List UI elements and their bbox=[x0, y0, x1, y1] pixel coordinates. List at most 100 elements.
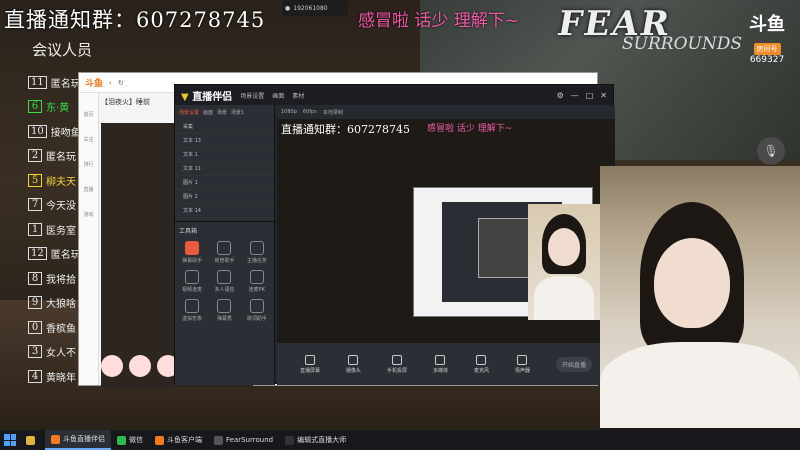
scene-item[interactable]: 图片 2 bbox=[175, 190, 274, 204]
scene-item[interactable]: 文本 11 bbox=[175, 162, 274, 176]
taskbar-app[interactable]: 斗鱼客户端 bbox=[149, 430, 208, 450]
stream-id: 192061080 bbox=[293, 4, 328, 12]
toolbox: 工具箱 弹幕助手 房管助手 主播任务 视频连麦 多人语音 连麦PK 虚拟形象 弹幕秀 歌词助手 bbox=[175, 221, 275, 385]
tool-button[interactable]: 视频连麦 bbox=[179, 270, 205, 293]
member-name: 匿名玩 bbox=[50, 78, 81, 90]
record-label[interactable]: 本地录制 bbox=[323, 109, 343, 116]
companion-menu-item[interactable]: 画面 bbox=[272, 91, 284, 100]
tool-icon bbox=[249, 270, 264, 284]
tool-button[interactable]: 房管助手 bbox=[211, 241, 237, 264]
member-number: 9 bbox=[28, 296, 42, 310]
tool-button[interactable]: 弹幕助手 bbox=[179, 241, 205, 264]
client-nav-item[interactable]: 直播 bbox=[79, 186, 98, 193]
fps-label: 60fps bbox=[302, 109, 317, 115]
scene-tab[interactable]: 场景设置 bbox=[179, 109, 199, 116]
scene-items: 采集文本 13文本 1文本 11图片 1图片 2文本 14图片 28 bbox=[175, 120, 274, 232]
tool-icon bbox=[217, 270, 232, 284]
go-live-button[interactable]: 开始直播 bbox=[555, 356, 592, 372]
app-icon bbox=[117, 435, 126, 445]
client-sidebar: 首页关注排行直播游戏 bbox=[79, 93, 99, 385]
scene-list: 场景设置 画面 场景 场景1 采集 文本 13 文本 1 文本 11 图片 1 图片 2文… bbox=[175, 105, 275, 232]
source-label: 扬声器 bbox=[514, 367, 530, 374]
taskbar-file-icon[interactable] bbox=[20, 430, 41, 450]
window-controls: ⚙ — □ ✕ bbox=[557, 91, 607, 100]
source-button[interactable]: 麦克风 bbox=[474, 354, 489, 374]
scene-item[interactable]: 文本 14 bbox=[175, 204, 274, 218]
source-icon bbox=[517, 354, 528, 365]
mic-muted-icon[interactable]: 🎙 bbox=[757, 137, 785, 165]
member-number: 6 bbox=[28, 100, 42, 114]
resolution-label: 1080p bbox=[281, 109, 297, 115]
settings-icon[interactable]: ⚙ bbox=[557, 91, 564, 100]
app-icon bbox=[155, 435, 164, 445]
scene-item[interactable]: 文本 13 bbox=[175, 134, 274, 148]
scene-item[interactable]: 采集 bbox=[175, 120, 274, 134]
close-icon[interactable]: ✕ bbox=[600, 91, 607, 100]
preview-headline: 直播通知群：607278745 bbox=[281, 123, 410, 136]
source-icon bbox=[304, 354, 315, 365]
client-room-title: 【泪夜火】睡前 bbox=[101, 98, 150, 106]
taskbar-app-label: 斗鱼直播伴侣 bbox=[63, 435, 105, 443]
member-number: 11 bbox=[28, 75, 47, 89]
tool-button[interactable]: 多人语音 bbox=[211, 270, 237, 293]
tool-label: 虚拟形象 bbox=[182, 316, 203, 322]
taskbar-app[interactable]: 微信 bbox=[111, 430, 149, 450]
scene-item[interactable]: 图片 1 bbox=[175, 176, 274, 190]
source-button[interactable]: 扬声器 bbox=[514, 354, 530, 374]
client-nav-item[interactable]: 游戏 bbox=[79, 211, 98, 218]
preview-mood: 感冒啦 话少 理解下~ bbox=[427, 124, 513, 134]
member-number: 12 bbox=[28, 247, 47, 261]
client-nav-item[interactable]: 首页 bbox=[79, 111, 98, 118]
taskbar-app[interactable]: 编辑式直播大师 bbox=[279, 430, 352, 450]
tool-button[interactable]: 连麦PK bbox=[244, 270, 270, 293]
minimize-icon[interactable]: — bbox=[571, 91, 579, 100]
tool-icon bbox=[185, 270, 200, 284]
tool-label: 连麦PK bbox=[248, 287, 265, 293]
room-tag: 房间号 bbox=[753, 43, 781, 55]
maximize-icon[interactable]: □ bbox=[586, 91, 594, 100]
taskbar-app-label: 编辑式直播大师 bbox=[297, 436, 347, 444]
client-nav-item[interactable]: 关注 bbox=[79, 136, 98, 143]
taskbar-app-label: FearSurround bbox=[226, 436, 274, 444]
scene-tab[interactable]: 画面 bbox=[203, 109, 213, 116]
tool-label: 主播任务 bbox=[246, 258, 267, 264]
back-icon[interactable]: ‹ bbox=[109, 79, 112, 87]
source-icon bbox=[435, 354, 446, 365]
source-button[interactable]: 直播屏幕 bbox=[299, 354, 320, 374]
platform-badge: 斗鱼 房间号 669327 bbox=[738, 10, 796, 65]
source-label: 摄像头 bbox=[345, 367, 361, 374]
member-name: 我将拾 bbox=[46, 274, 76, 286]
refresh-icon[interactable]: ↻ bbox=[118, 79, 124, 87]
preview-info: 1080p 60fps 本地录制 bbox=[277, 105, 615, 119]
taskbar-app[interactable]: 斗鱼直播伴侣 bbox=[45, 430, 111, 450]
source-button[interactable]: 手机投屏 bbox=[387, 354, 407, 374]
member-number: 4 bbox=[28, 369, 42, 383]
member-number: 8 bbox=[28, 271, 42, 285]
source-toolbar: 直播屏幕 摄像头 手机投屏 多媒体 麦克风 扬声器 开始直播 bbox=[277, 343, 615, 385]
tool-icon bbox=[217, 241, 232, 255]
companion-menu-item[interactable]: 场景设置 bbox=[240, 91, 264, 100]
gift-icon[interactable] bbox=[101, 355, 123, 377]
game-logo-line2: SURROUNDS bbox=[622, 34, 742, 54]
gift-icon[interactable] bbox=[129, 355, 151, 377]
source-icon bbox=[476, 354, 487, 365]
mood-text: 感冒啦 话少 理解下~ bbox=[358, 11, 520, 31]
member-name: 匿名玩 bbox=[46, 152, 76, 164]
tool-button[interactable]: 虚拟形象 bbox=[179, 299, 205, 322]
scene-tab[interactable]: 场景1 bbox=[231, 109, 244, 116]
windows-start-icon[interactable] bbox=[4, 434, 16, 446]
app-icon bbox=[285, 435, 295, 445]
scene-item[interactable]: 文本 1 bbox=[175, 148, 274, 162]
tool-button[interactable]: 主播任务 bbox=[244, 241, 270, 264]
source-button[interactable]: 多媒体 bbox=[433, 354, 448, 374]
member-number: 0 bbox=[28, 320, 42, 334]
tool-button[interactable]: 弹幕秀 bbox=[211, 299, 237, 322]
tool-button[interactable]: 歌词助手 bbox=[244, 299, 270, 322]
taskbar-app[interactable]: FearSurround bbox=[208, 430, 279, 450]
companion-menu-item[interactable]: 素材 bbox=[292, 91, 304, 100]
source-label: 直播屏幕 bbox=[299, 367, 320, 374]
client-nav-item[interactable]: 排行 bbox=[79, 161, 98, 168]
scene-tab[interactable]: 场景 bbox=[217, 109, 227, 116]
member-number: 10 bbox=[28, 124, 47, 138]
source-button[interactable]: 摄像头 bbox=[345, 354, 361, 374]
